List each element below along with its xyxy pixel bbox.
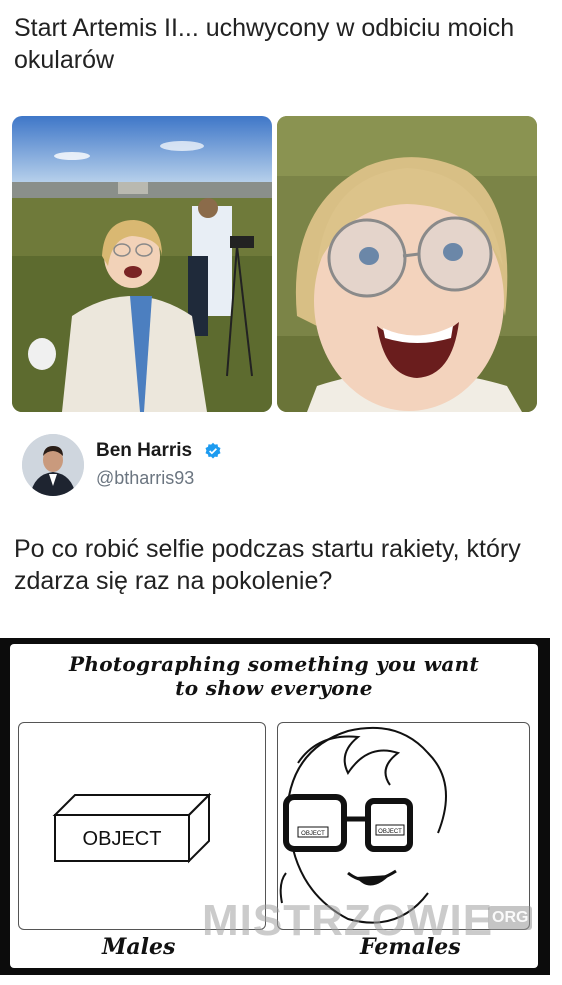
comic-meme: Photographing something you want to show… — [0, 638, 550, 975]
object-label: OBJECT — [83, 828, 162, 850]
author-handle[interactable]: @btharris93 — [96, 468, 194, 489]
selfie-closeup-illustration — [277, 116, 537, 412]
watermark-suffix: ORG — [488, 906, 533, 930]
watermark: MISTRZOWIE — [202, 896, 494, 945]
selfie-photo-closeup[interactable] — [277, 116, 537, 412]
avatar-portrait-icon — [22, 434, 84, 496]
tweet-author[interactable]: Ben Harris @btharris93 — [22, 432, 522, 498]
comic-label-males: Males — [102, 934, 176, 960]
selfie-wide-illustration — [12, 116, 272, 412]
glasses-reflection-left: OBJECT — [301, 831, 325, 837]
photo-collage — [12, 116, 537, 412]
comic-title: Photographing something you want to show… — [10, 652, 538, 700]
post-caption: Start Artemis II... uchwycony w odbiciu … — [14, 14, 515, 74]
avatar[interactable] — [22, 434, 84, 496]
author-name[interactable]: Ben Harris — [96, 440, 192, 462]
comic-title-line-1: Photographing something you want — [69, 652, 479, 676]
selfie-photo-wide[interactable] — [12, 116, 272, 412]
comic-panel: Photographing something you want to show… — [10, 644, 538, 968]
verified-badge-icon — [205, 442, 221, 459]
question-text: Po co robić selfie podczas startu rakiet… — [14, 535, 521, 595]
glasses-reflection-right: OBJECT — [378, 829, 402, 835]
comic-title-line-2: to show everyone — [175, 676, 373, 700]
